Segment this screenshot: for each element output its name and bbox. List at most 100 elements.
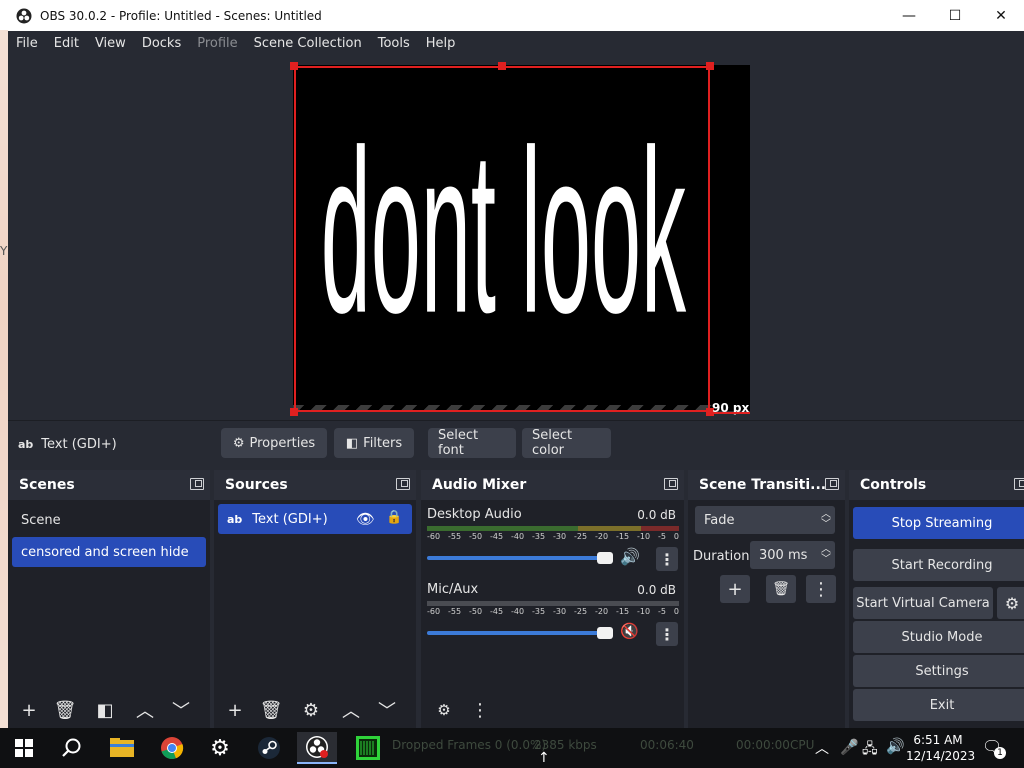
menu-edit[interactable]: Edit xyxy=(46,31,87,57)
selection-box[interactable] xyxy=(294,66,710,412)
undock-icon[interactable] xyxy=(1014,478,1024,490)
menu-file[interactable]: File xyxy=(8,31,46,57)
desktop-audio-db: 0.0 dB xyxy=(637,508,676,522)
maximize-button[interactable]: ☐ xyxy=(932,0,978,31)
clock[interactable]: 6:51 AM 12/14/2023 xyxy=(906,732,975,764)
menu-scene-collection[interactable]: Scene Collection xyxy=(246,31,370,57)
properties-button[interactable]: ⚙ Properties xyxy=(221,428,327,458)
filters-button[interactable]: ◧ Filters xyxy=(334,428,414,458)
properties-label: Properties xyxy=(249,435,316,451)
volume-slider-handle[interactable] xyxy=(597,552,613,564)
transition-select[interactable]: Fade ︿ ﹀ xyxy=(695,506,835,534)
obs-logo-icon xyxy=(306,736,328,758)
chrome-taskbar-button[interactable] xyxy=(152,732,192,764)
duration-value: 300 ms xyxy=(759,547,808,563)
undock-icon[interactable] xyxy=(396,478,410,490)
menu-bar: File Edit View Docks Profile Scene Colle… xyxy=(8,31,1024,57)
menu-view[interactable]: View xyxy=(87,31,134,57)
chevron-down-icon: ﹀ xyxy=(378,701,396,722)
selected-source: ab Text (GDI+) xyxy=(18,437,117,452)
speaker-icon[interactable]: 🔊 xyxy=(620,547,640,566)
add-source-button[interactable]: + xyxy=(220,696,250,724)
eye-icon[interactable]: 👁 xyxy=(356,510,375,528)
remove-transition-button[interactable]: 🗑 xyxy=(766,575,796,603)
scenes-toolbar: + 🗑 ◧ ︿ ﹀ xyxy=(8,692,210,728)
search-button[interactable] xyxy=(52,732,92,764)
duration-label: Duration xyxy=(693,549,750,564)
file-explorer-taskbar-button[interactable] xyxy=(102,732,142,764)
audio-mixer-menu-button[interactable]: ⋮ xyxy=(465,696,495,724)
start-recording-button[interactable]: Start Recording xyxy=(853,549,1024,581)
minimize-button[interactable]: — xyxy=(886,0,932,31)
move-scene-up-button[interactable]: ︿ xyxy=(130,696,160,724)
move-source-up-button[interactable]: ︿ xyxy=(336,696,366,724)
settings-taskbar-button[interactable]: ⚙ xyxy=(200,732,240,764)
mic-aux-volume-slider[interactable] xyxy=(427,627,613,639)
mic-aux-db: 0.0 dB xyxy=(637,583,676,597)
undock-icon[interactable] xyxy=(664,478,678,490)
source-item-text[interactable]: ab Text (GDI+) 👁 🔒 xyxy=(218,504,412,534)
scene-transitions-header: Scene Transiti... xyxy=(688,470,845,500)
updown-arrows-icon[interactable]: ︿ ﹀ xyxy=(821,545,831,565)
add-transition-button[interactable]: + xyxy=(720,575,750,603)
desktop-audio-menu-button[interactable]: ⋮ xyxy=(656,547,678,571)
desktop-audio-volume-slider[interactable] xyxy=(427,552,613,564)
resize-handle-top-right[interactable] xyxy=(706,62,714,70)
muted-speaker-icon[interactable]: 🔇 xyxy=(620,622,639,640)
menu-profile[interactable]: Profile xyxy=(189,31,245,57)
resize-handle-top[interactable] xyxy=(498,62,506,70)
source-properties-button[interactable]: ⚙ xyxy=(296,696,326,724)
scene-filters-button[interactable]: ◧ xyxy=(90,696,120,724)
filters-label: Filters xyxy=(363,435,403,451)
notification-center-button[interactable]: 🗨 1 xyxy=(982,737,1006,759)
scene-item-scene[interactable]: Scene xyxy=(12,505,206,535)
start-virtual-camera-button[interactable]: Start Virtual Camera xyxy=(853,587,993,619)
select-color-button[interactable]: Select color xyxy=(522,428,611,458)
sources-title: Sources xyxy=(225,477,288,493)
remove-scene-button[interactable]: 🗑 xyxy=(50,696,80,724)
chevron-up-icon: ︿ xyxy=(136,701,154,722)
scenes-header: Scenes xyxy=(8,470,210,500)
start-button[interactable] xyxy=(4,732,44,764)
move-scene-down-button[interactable]: ﹀ xyxy=(166,696,196,724)
desktop-letter: Y xyxy=(0,244,8,258)
mic-aux-menu-button[interactable]: ⋮ xyxy=(656,622,678,646)
transition-menu-button[interactable]: ⋮ xyxy=(806,575,836,603)
add-scene-button[interactable]: + xyxy=(14,696,44,724)
undock-icon[interactable] xyxy=(190,478,204,490)
sources-toolbar: + 🗑 ⚙ ︿ ﹀ xyxy=(214,692,416,728)
scenes-dock: Scenes Scene censored and screen hide + … xyxy=(8,470,210,728)
network-icon[interactable]: 🖧 xyxy=(862,738,878,762)
microphone-icon[interactable]: 🎤 xyxy=(840,738,859,756)
menu-help[interactable]: Help xyxy=(418,31,464,57)
stop-streaming-button[interactable]: Stop Streaming xyxy=(853,507,1024,539)
undock-icon[interactable] xyxy=(825,478,839,490)
scene-item-censored[interactable]: censored and screen hide xyxy=(12,537,206,567)
volume-slider-handle[interactable] xyxy=(597,627,613,639)
plus-icon: + xyxy=(227,699,243,721)
steam-taskbar-button[interactable] xyxy=(249,732,289,764)
menu-docks[interactable]: Docks xyxy=(134,31,189,57)
gear-icon: ⚙ xyxy=(1004,593,1020,613)
select-font-button[interactable]: Select font xyxy=(428,428,516,458)
exit-button[interactable]: Exit xyxy=(853,689,1024,721)
terminal-taskbar-button[interactable] xyxy=(348,732,388,764)
updown-arrows-icon: ︿ ﹀ xyxy=(821,509,831,530)
settings-button[interactable]: Settings xyxy=(853,655,1024,687)
lock-icon[interactable]: 🔒 xyxy=(386,510,402,525)
obs-taskbar-button[interactable] xyxy=(297,732,337,764)
menu-tools[interactable]: Tools xyxy=(370,31,418,57)
move-source-down-button[interactable]: ﹀ xyxy=(372,696,402,724)
volume-icon[interactable]: 🔊 xyxy=(886,737,905,755)
resize-handle-bottom-left[interactable] xyxy=(290,408,298,416)
search-icon xyxy=(62,738,81,757)
remove-source-button[interactable]: 🗑 xyxy=(256,696,286,724)
preview-area[interactable]: dont look 90 px xyxy=(8,57,1024,419)
studio-mode-button[interactable]: Studio Mode xyxy=(853,621,1024,653)
chevron-up-icon[interactable]: ︿ xyxy=(815,738,829,758)
close-button[interactable]: ✕ xyxy=(978,0,1024,31)
virtual-camera-settings-button[interactable]: ⚙ xyxy=(997,587,1024,619)
resize-handle-top-left[interactable] xyxy=(290,62,298,70)
duration-spinbox[interactable]: 300 ms ︿ ﹀ xyxy=(750,541,835,569)
advanced-audio-properties-button[interactable]: ⚙ xyxy=(429,696,459,724)
